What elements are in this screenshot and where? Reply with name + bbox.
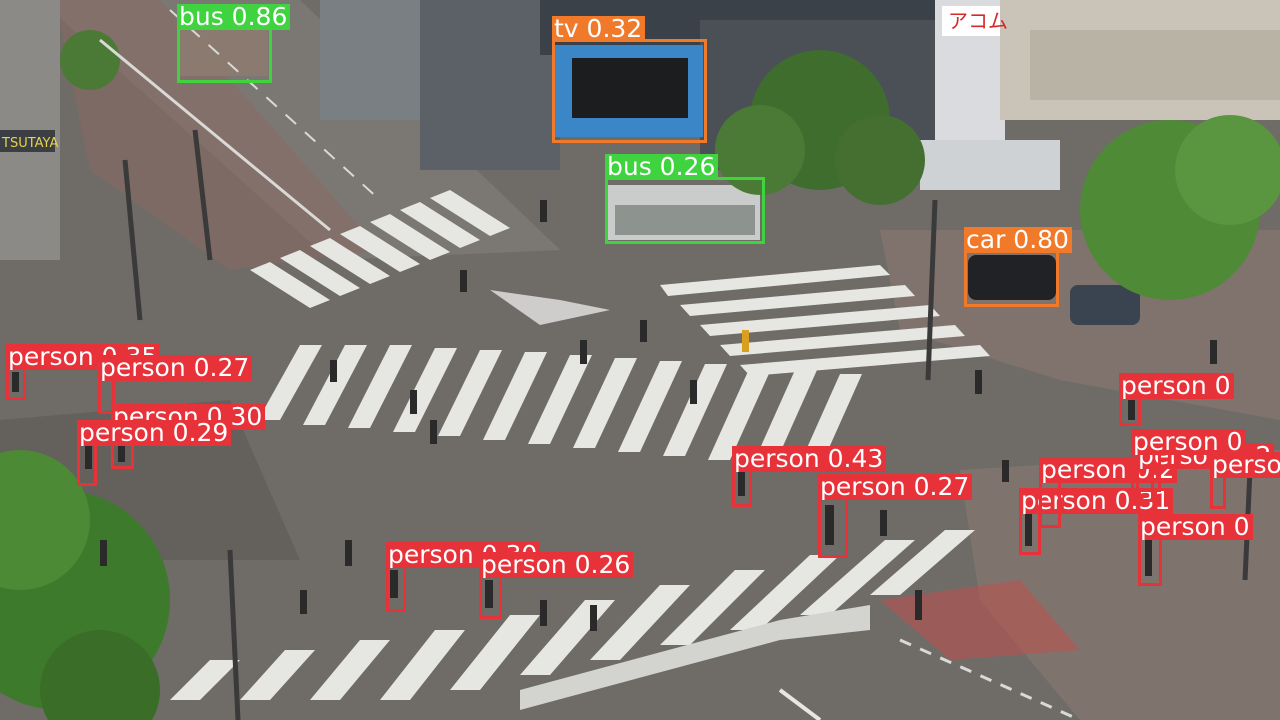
shop-sign-text: アコム	[948, 9, 1008, 33]
tsutaya-sign-text: TSUTAYA	[1, 136, 58, 151]
street-intersection-scene: アコム TSUTAYA	[0, 0, 1280, 720]
